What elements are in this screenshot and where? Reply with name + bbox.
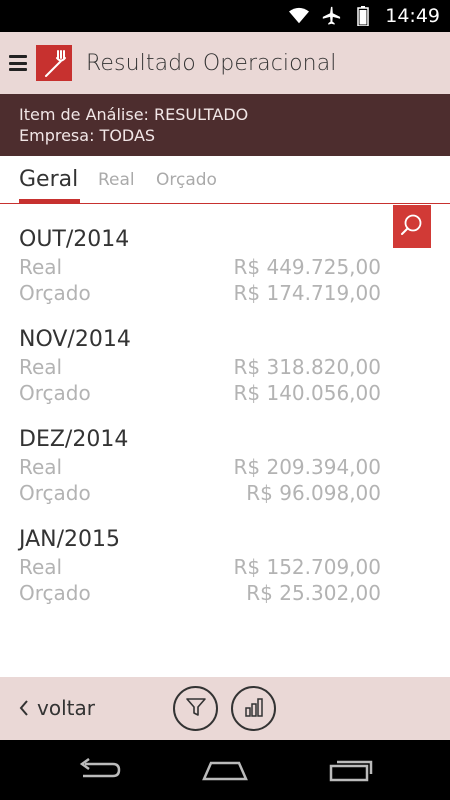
bar-chart-icon [243,696,265,722]
company-filter: Empresa: TODAS [19,126,156,145]
bottom-toolbar: voltar [0,677,450,740]
row-value: R$ 25.302,00 [246,581,381,605]
wifi-icon [289,6,310,26]
filter-icon [185,696,207,722]
row-label: Orçado [19,581,91,605]
active-tab-indicator [19,199,80,203]
back-nav-icon[interactable] [76,757,122,783]
back-button[interactable]: voltar [19,696,95,720]
filter-button[interactable] [173,686,218,731]
tab-orcado[interactable]: Orçado [156,170,217,190]
period-title: JAN/2015 [19,527,121,552]
row-value: R$ 449.725,00 [233,255,382,279]
row-label: Orçado [19,281,91,305]
list-item[interactable]: NOV/2014 Real R$ 318.820,00 Orçado R$ 140.… [19,326,381,426]
period-title: OUT/2014 [19,227,130,252]
list-item[interactable]: OUT/2014 Real R$ 449.725,00 Orçado R$ 174.… [19,226,381,326]
row-value: R$ 209.394,00 [233,455,382,479]
hamburger-icon[interactable] [9,55,27,71]
analysis-info: Item de Análise: RESULTADO Empresa: TODA… [0,94,450,156]
period-list: OUT/2014 Real R$ 449.725,00 Orçado R$ 174.… [19,226,381,626]
search-icon [400,213,424,241]
page-title: Resultado Operacional [86,50,337,76]
row-value: R$ 318.820,00 [233,355,382,379]
recent-apps-icon[interactable] [328,757,374,783]
app-bar: Resultado Operacional [0,32,450,94]
fork-icon [36,45,72,81]
row-label: Real [19,455,63,479]
back-label: voltar [37,696,95,720]
chart-button[interactable] [231,686,276,731]
period-title: DEZ/2014 [19,427,129,452]
row-label: Orçado [19,481,91,505]
row-label: Real [19,255,63,279]
tab-real[interactable]: Real [98,170,135,190]
status-bar: 14:49 [0,0,450,32]
list-item[interactable]: DEZ/2014 Real R$ 209.394,00 Orçado R$ 96.0… [19,426,381,526]
chevron-left-icon [19,698,31,718]
row-value: R$ 96.098,00 [246,481,381,505]
list-item[interactable]: JAN/2015 Real R$ 152.709,00 Orçado R$ 25.3… [19,526,381,626]
period-title: NOV/2014 [19,327,131,352]
status-time: 14:49 [385,5,440,27]
row-label: Orçado [19,381,91,405]
tab-bar: Geral Real Orçado [0,156,450,204]
home-nav-icon[interactable] [202,757,248,783]
row-value: R$ 152.709,00 [233,555,382,579]
row-label: Real [19,355,63,379]
row-value: R$ 140.056,00 [233,381,382,405]
analysis-item: Item de Análise: RESULTADO [19,105,249,124]
search-button[interactable] [393,205,431,248]
tab-geral[interactable]: Geral [19,167,78,192]
battery-icon [353,6,373,26]
row-label: Real [19,555,63,579]
airplane-icon [321,6,341,26]
system-nav-bar [0,740,450,800]
row-value: R$ 174.719,00 [233,281,382,305]
